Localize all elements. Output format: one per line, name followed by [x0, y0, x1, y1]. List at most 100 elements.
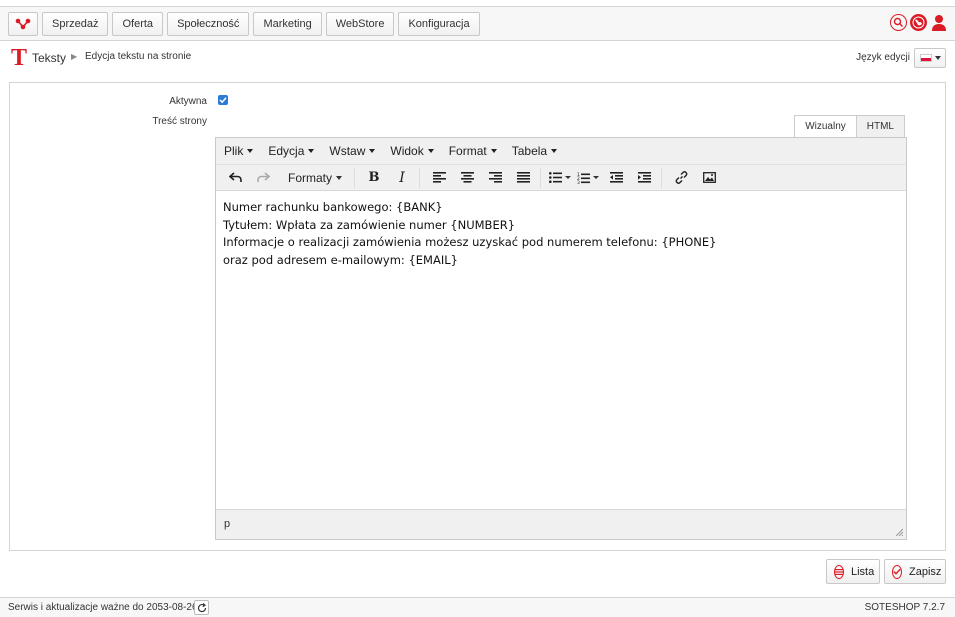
menu-table[interactable]: Tabela	[511, 144, 558, 158]
chevron-down-icon	[490, 149, 497, 153]
formats-dropdown[interactable]: Formaty	[288, 168, 343, 188]
numbered-list-button[interactable]: 123	[577, 168, 600, 188]
chevron-down-icon	[427, 149, 434, 153]
chevron-down-icon	[369, 149, 376, 153]
menu-edit-label: Edycja	[268, 144, 305, 158]
insert-link-button[interactable]	[670, 168, 692, 188]
menu-edit[interactable]: Edycja	[268, 144, 315, 158]
tab-visual[interactable]: Wizualny	[794, 115, 857, 138]
top-navigation: Sprzedaż Oferta Społeczność Marketing We…	[0, 6, 955, 41]
nav-spolecznosc[interactable]: Społeczność	[167, 12, 250, 36]
chevron-down-icon	[308, 149, 315, 153]
nav-sprzedaz[interactable]: Sprzedaż	[42, 12, 109, 36]
align-justify-button[interactable]	[512, 168, 534, 188]
bullet-list-button[interactable]	[549, 168, 572, 188]
content-label: Treść strony	[152, 116, 207, 127]
editor-menubar: Plik Edycja Wstaw Widok Format Tabela	[216, 138, 906, 165]
check-icon	[219, 97, 227, 104]
editor-toolbar: Formaty B I 123	[216, 165, 906, 191]
breadcrumb-arrow-icon: ▶	[71, 52, 78, 61]
edit-language-select[interactable]	[914, 48, 946, 68]
italic-button[interactable]: I	[391, 168, 413, 188]
content-line: Tytułem: Wpłata za zamówienie numer {NUM…	[223, 217, 516, 232]
app-version: SOTESHOP 7.2.7	[864, 602, 945, 613]
outdent-icon	[609, 172, 623, 183]
insert-image-button[interactable]	[698, 168, 720, 188]
undo-button[interactable]	[224, 168, 246, 188]
active-label: Aktywna	[169, 96, 207, 107]
texts-module-icon: T	[11, 45, 28, 71]
image-icon	[702, 172, 716, 183]
chevron-down-icon	[565, 176, 572, 179]
editor-mode-tabs: Wizualny HTML	[794, 115, 905, 138]
nav-konfiguracja[interactable]: Konfiguracja	[398, 12, 480, 36]
toolbar-divider	[419, 167, 421, 188]
content-line: oraz pod adresem e-mailowym: {EMAIL}	[223, 252, 458, 267]
breadcrumb: T Teksty ▶ Edycja tekstu na stronie Języ…	[0, 41, 955, 81]
chevron-down-icon	[551, 149, 558, 153]
check-circle-icon	[892, 564, 902, 579]
align-left-icon	[432, 172, 446, 183]
italic-icon: I	[399, 169, 405, 186]
poland-flag-icon	[919, 54, 932, 62]
align-right-button[interactable]	[484, 168, 506, 188]
numbered-list-icon: 123	[577, 172, 591, 184]
footer: Serwis i aktualizacje ważne do 2053-08-2…	[0, 597, 955, 617]
nav-oferta[interactable]: Oferta	[112, 12, 164, 36]
service-expiry-text: Serwis i aktualizacje ważne do 2053-08-2…	[8, 602, 198, 613]
refresh-button[interactable]	[194, 600, 209, 615]
edit-language-label: Język edycji	[856, 52, 910, 63]
edit-form-panel: Aktywna Treść strony Wizualny HTML Plik …	[9, 82, 946, 551]
nav-webstore[interactable]: WebStore	[325, 12, 395, 36]
resize-handle-icon[interactable]	[895, 528, 903, 536]
search-icon[interactable]	[890, 14, 907, 31]
bold-button[interactable]: B	[363, 168, 385, 188]
menu-format[interactable]: Format	[449, 144, 497, 158]
svg-text:3: 3	[577, 180, 580, 184]
refresh-icon	[197, 602, 206, 612]
content-line: Numer rachunku bankowego: {BANK}	[223, 200, 443, 214]
redo-button[interactable]	[252, 168, 274, 188]
save-button[interactable]: Zapisz	[884, 559, 946, 584]
content-line: Informacje o realizacji zamówienia możes…	[223, 235, 717, 249]
outdent-button[interactable]	[605, 168, 627, 188]
tab-html[interactable]: HTML	[856, 115, 905, 138]
align-right-icon	[488, 172, 502, 183]
element-path[interactable]: p	[224, 518, 230, 530]
menu-insert[interactable]: Wstaw	[329, 144, 376, 158]
menu-table-label: Tabela	[511, 144, 548, 158]
menu-insert-label: Wstaw	[329, 144, 366, 158]
list-icon	[834, 564, 844, 579]
top-right-icons	[890, 14, 947, 31]
menu-view[interactable]: Widok	[390, 144, 434, 158]
list-button-label: Lista	[851, 565, 875, 578]
chevron-down-icon	[593, 176, 600, 179]
rich-text-editor: Plik Edycja Wstaw Widok Format Tabela Fo…	[215, 137, 907, 540]
breadcrumb-title[interactable]: Teksty	[32, 51, 66, 65]
align-justify-icon	[516, 172, 530, 183]
menu-view-label: Widok	[390, 144, 424, 158]
link-icon	[675, 171, 687, 184]
editor-content-area[interactable]: Numer rachunku bankowego: {BANK} Tytułem…	[216, 191, 906, 507]
globe-icon[interactable]	[910, 14, 927, 31]
home-logo-button[interactable]	[8, 12, 38, 36]
nav-marketing[interactable]: Marketing	[253, 12, 322, 36]
undo-icon	[228, 172, 242, 182]
indent-icon	[637, 172, 651, 183]
toolbar-divider	[540, 167, 542, 188]
active-checkbox[interactable]	[218, 95, 228, 105]
bullet-list-icon	[549, 172, 563, 183]
chevron-down-icon	[934, 56, 941, 60]
indent-button[interactable]	[633, 168, 655, 188]
chevron-down-icon	[336, 175, 343, 180]
menu-format-label: Format	[448, 144, 487, 158]
main-menu: Sprzedaż Oferta Społeczność Marketing We…	[8, 12, 480, 36]
user-icon[interactable]	[930, 14, 947, 31]
soteshop-logo-icon	[15, 18, 31, 30]
list-button[interactable]: Lista	[826, 559, 880, 584]
align-center-button[interactable]	[456, 168, 478, 188]
toolbar-divider	[354, 167, 356, 188]
align-left-button[interactable]	[428, 168, 450, 188]
menu-file-label: Plik	[224, 144, 244, 158]
menu-file[interactable]: Plik	[224, 144, 254, 158]
